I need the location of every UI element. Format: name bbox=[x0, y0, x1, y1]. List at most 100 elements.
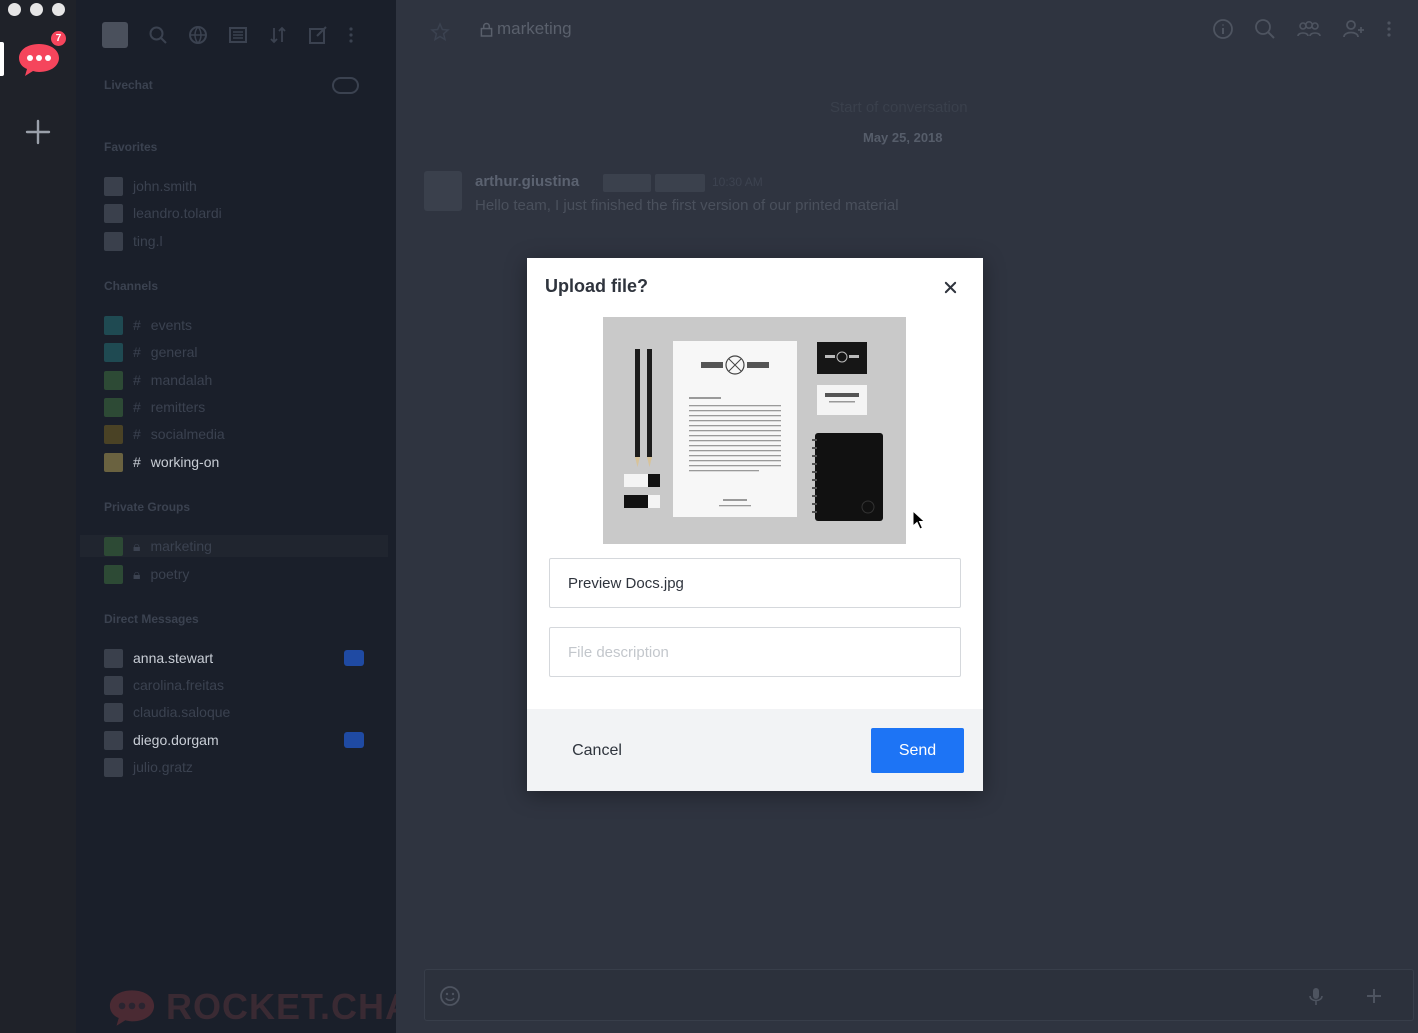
message-text: Hello team, I just finished the first ve… bbox=[475, 197, 899, 214]
sidebar-item-anna-stewart[interactable]: anna.stewart bbox=[104, 647, 364, 669]
avatar bbox=[104, 231, 123, 251]
window-controls bbox=[8, 3, 65, 16]
sidebar-item-poetry[interactable]: 🔒︎ poetry bbox=[104, 563, 364, 585]
view-mode-icon[interactable] bbox=[228, 25, 248, 45]
hash-icon: # bbox=[133, 399, 141, 415]
start-of-conversation: Start of conversation bbox=[830, 99, 968, 116]
hash-icon: # bbox=[133, 454, 141, 470]
avatar bbox=[104, 176, 123, 196]
message-time: 10:30 AM bbox=[712, 175, 763, 189]
sort-icon[interactable] bbox=[268, 25, 288, 45]
menu-kebab-icon[interactable] bbox=[348, 25, 354, 45]
sidebar-item-general[interactable]: # general bbox=[104, 341, 364, 363]
unread-badge bbox=[344, 650, 364, 666]
add-user-icon[interactable] bbox=[1342, 18, 1366, 40]
sidebar: Livechat Favorites john.smith leandro.to… bbox=[76, 0, 431, 1033]
sidebar-item-carolina-freitas[interactable]: carolina.freitas bbox=[104, 674, 364, 696]
hash-icon: # bbox=[133, 344, 141, 360]
avatar bbox=[104, 730, 123, 750]
avatar bbox=[104, 648, 123, 668]
room-header-actions bbox=[1212, 18, 1392, 40]
sidebar-item-label: socialmedia bbox=[150, 426, 225, 442]
maximize-window-button[interactable] bbox=[52, 3, 65, 16]
sidebar-item-remitters[interactable]: # remitters bbox=[104, 396, 364, 418]
avatar bbox=[104, 536, 123, 556]
add-server-icon[interactable] bbox=[24, 118, 52, 146]
modal-title: Upload file? bbox=[545, 276, 648, 296]
sidebar-item-label: remitters bbox=[150, 399, 206, 415]
sidebar-item-julio-gratz[interactable]: julio.gratz bbox=[104, 756, 364, 778]
send-button[interactable]: Send bbox=[871, 728, 964, 773]
sidebar-item-marketing[interactable]: 🔒︎ marketing bbox=[80, 535, 388, 557]
hash-icon: # bbox=[133, 372, 141, 388]
sidebar-item-label: poetry bbox=[150, 566, 190, 582]
close-icon bbox=[944, 281, 956, 293]
sidebar-toolbar bbox=[102, 22, 354, 48]
brand-logo: ROCKET.CHAT bbox=[106, 986, 432, 1028]
plus-icon[interactable] bbox=[1363, 985, 1385, 1007]
sidebar-item-mandalah[interactable]: # mandalah bbox=[104, 369, 364, 391]
file-description-input[interactable] bbox=[549, 627, 961, 677]
section-private-groups: Private Groups bbox=[104, 500, 191, 514]
menu-kebab-icon[interactable] bbox=[1386, 18, 1392, 40]
sidebar-item-label: carolina.freitas bbox=[133, 677, 225, 693]
avatar bbox=[104, 675, 123, 695]
rocket-chat-logo-icon bbox=[109, 990, 155, 1026]
file-name-input[interactable] bbox=[549, 558, 961, 608]
create-new-icon[interactable] bbox=[308, 25, 328, 45]
section-direct-messages: Direct Messages bbox=[104, 612, 199, 626]
section-favorites: Favorites bbox=[104, 140, 158, 154]
sidebar-item-label: ting.l bbox=[133, 233, 163, 249]
close-button[interactable] bbox=[939, 276, 961, 298]
modal-footer: Cancel Send bbox=[527, 709, 983, 791]
sidebar-item-events[interactable]: # events bbox=[104, 314, 364, 336]
sidebar-item-socialmedia[interactable]: # socialmedia bbox=[104, 423, 364, 445]
sidebar-item-label: julio.gratz bbox=[133, 759, 193, 775]
message-username[interactable]: arthur.giustina bbox=[475, 173, 579, 190]
notification-badge: 7 bbox=[51, 31, 66, 46]
close-window-button[interactable] bbox=[8, 3, 21, 16]
favorite-star-icon[interactable] bbox=[430, 22, 450, 42]
server-rail: 7 bbox=[0, 0, 76, 1033]
lock-icon: 🔒︎ bbox=[133, 565, 141, 582]
sidebar-item-working-on[interactable]: # working-on bbox=[104, 451, 364, 473]
rocket-chat-server-icon[interactable] bbox=[16, 40, 62, 78]
search-icon[interactable] bbox=[148, 25, 168, 45]
role-tag bbox=[655, 174, 705, 192]
directory-icon[interactable] bbox=[188, 25, 208, 45]
section-livechat: Livechat bbox=[104, 78, 153, 92]
message-composer[interactable] bbox=[424, 969, 1414, 1021]
sidebar-item-label: events bbox=[150, 317, 193, 333]
search-icon[interactable] bbox=[1254, 18, 1276, 40]
hash-icon: # bbox=[133, 317, 141, 333]
sidebar-item-claudia-saloque[interactable]: claudia.saloque bbox=[104, 701, 364, 723]
sidebar-item-ting[interactable]: ting.l bbox=[104, 230, 364, 252]
avatar bbox=[104, 342, 123, 362]
sidebar-item-leandro-tolardi[interactable]: leandro.tolardi bbox=[104, 202, 364, 224]
message-avatar[interactable] bbox=[424, 171, 462, 211]
avatar bbox=[104, 203, 123, 223]
sidebar-item-label: anna.stewart bbox=[133, 650, 214, 666]
sidebar-item-label: general bbox=[150, 344, 198, 360]
active-server-indicator bbox=[0, 42, 4, 76]
livechat-toggle[interactable] bbox=[332, 77, 359, 94]
avatar bbox=[104, 757, 123, 777]
room-header: marketing bbox=[396, 0, 1418, 60]
hash-icon: # bbox=[133, 426, 141, 442]
sidebar-item-diego-dorgam[interactable]: diego.dorgam bbox=[104, 729, 364, 751]
room-title: marketing bbox=[480, 19, 572, 39]
lock-icon bbox=[480, 22, 493, 37]
minimize-window-button[interactable] bbox=[30, 3, 43, 16]
stationery-preview-image bbox=[603, 317, 906, 544]
info-icon[interactable] bbox=[1212, 18, 1234, 40]
sidebar-item-label: mandalah bbox=[150, 372, 213, 388]
lock-icon: 🔒︎ bbox=[133, 537, 141, 554]
emoji-icon[interactable] bbox=[439, 985, 461, 1007]
sidebar-item-label: john.smith bbox=[133, 178, 197, 194]
members-icon[interactable] bbox=[1296, 18, 1322, 40]
cancel-button[interactable]: Cancel bbox=[553, 729, 641, 773]
avatar bbox=[104, 397, 123, 417]
microphone-icon[interactable] bbox=[1305, 985, 1327, 1007]
user-avatar[interactable] bbox=[102, 22, 128, 48]
sidebar-item-john-smith[interactable]: john.smith bbox=[104, 175, 364, 197]
